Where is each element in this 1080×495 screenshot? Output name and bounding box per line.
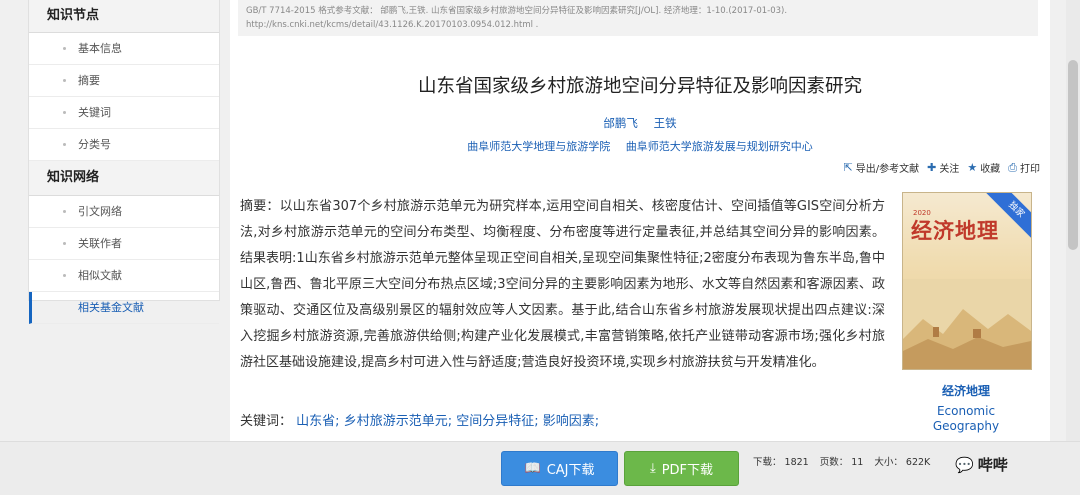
favorite-button[interactable]: ★ 收藏 — [967, 160, 1000, 175]
print-button[interactable]: ⎙ 打印 — [1008, 160, 1040, 176]
download-stats: 下载： 1821 页数： 11 大小： 622K — [753, 454, 938, 468]
pdf-icon: ⤓ — [649, 461, 656, 476]
sidebar-item-fund-docs[interactable]: 相关基金文献 — [29, 292, 219, 324]
sidebar-item-classification[interactable]: 分类号 — [29, 129, 219, 161]
journal-cover[interactable]: 2020 经济地理 独家 — [902, 192, 1032, 370]
author-list: 邰鹏飞 王铁 — [230, 115, 1050, 131]
keyword-link[interactable]: 山东省; — [296, 414, 339, 429]
citation-box: GB/T 7714-2015 格式参考文献： 邰鹏飞,王铁. 山东省国家级乡村旅… — [238, 0, 1038, 36]
keyword-link[interactable]: 空间分异特征; — [456, 414, 538, 429]
journal-name-cn[interactable]: 经济地理 — [902, 382, 1030, 399]
book-icon: 📖 — [524, 461, 541, 476]
sidebar-item-keywords[interactable]: 关键词 — [29, 97, 219, 129]
author-link[interactable]: 邰鹏飞 — [603, 116, 638, 130]
download-bar: 📖 CAJ下载 ⤓ PDF下载 下载： 1821 页数： 11 大小： 622K… — [0, 441, 1080, 495]
keywords-label: 关键词： — [240, 414, 293, 429]
file-size: 大小： 622K — [874, 457, 931, 468]
sidebar-item-related-authors[interactable]: 关联作者 — [29, 228, 219, 260]
author-link[interactable]: 王铁 — [654, 116, 677, 130]
keyword-link[interactable]: 乡村旅游示范单元; — [344, 414, 452, 429]
plus-icon: ✚ — [927, 161, 937, 174]
sidebar-item-similar-docs[interactable]: 相似文献 — [29, 260, 219, 292]
article-toolbar: ⇱ 导出/参考文献 ✚ 关注 ★ 收藏 ⎙ 打印 — [844, 160, 1041, 176]
section-title-knowledge-network: 知识网络 — [29, 161, 219, 196]
abstract-text: 摘要：以山东省307个乡村旅游示范单元为研究样本,运用空间自相关、核密度估计、空… — [240, 199, 885, 370]
download-count: 下载： 1821 — [753, 457, 809, 468]
cover-landscape-image — [903, 279, 1031, 369]
section-title-knowledge-nodes: 知识节点 — [29, 0, 219, 33]
pdf-download-button[interactable]: ⤓ PDF下载 — [624, 451, 739, 486]
sidebar-item-abstract[interactable]: 摘要 — [29, 65, 219, 97]
chat-bubble-icon: 💬 — [955, 455, 974, 474]
journal-name-en[interactable]: Economic Geography — [902, 404, 1030, 434]
scrollbar-thumb[interactable] — [1068, 60, 1078, 250]
export-button[interactable]: ⇱ 导出/参考文献 — [844, 160, 920, 175]
keyword-link[interactable]: 影响因素; — [543, 414, 599, 429]
page-count: 页数： 11 — [819, 457, 864, 468]
organization-list: 曲阜师范大学地理与旅游学院 曲阜师范大学旅游发展与规划研究中心 — [230, 138, 1050, 154]
cover-title: 经济地理 — [911, 218, 999, 243]
printer-icon: ⎙ — [1008, 160, 1017, 174]
keywords-row: 关键词： 山东省; 乡村旅游示范单元; 空间分异特征; 影响因素; — [240, 410, 599, 429]
organization-link[interactable]: 曲阜师范大学地理与旅游学院 — [467, 140, 610, 153]
export-icon: ⇱ — [843, 161, 853, 174]
main-content: GB/T 7714-2015 格式参考文献： 邰鹏飞,王铁. 山东省国家级乡村旅… — [230, 0, 1050, 494]
vertical-scrollbar[interactable] — [1066, 0, 1080, 494]
star-icon: ★ — [967, 161, 978, 174]
sidebar: 知识节点 基本信息 摘要 关键词 分类号 知识网络 引文网络 关联作者 相似文献… — [28, 0, 220, 324]
organization-link[interactable]: 曲阜师范大学旅游发展与规划研究中心 — [626, 140, 813, 153]
sidebar-item-basic-info[interactable]: 基本信息 — [29, 33, 219, 65]
follow-button[interactable]: ✚ 关注 — [927, 160, 959, 175]
article-title: 山东省国家级乡村旅游地空间分异特征及影响因素研究 — [417, 76, 862, 97]
sidebar-item-citation-network[interactable]: 引文网络 — [29, 196, 219, 228]
watermark: 💬 哔哔 — [955, 455, 1008, 475]
caj-download-button[interactable]: 📖 CAJ下载 — [501, 451, 618, 486]
